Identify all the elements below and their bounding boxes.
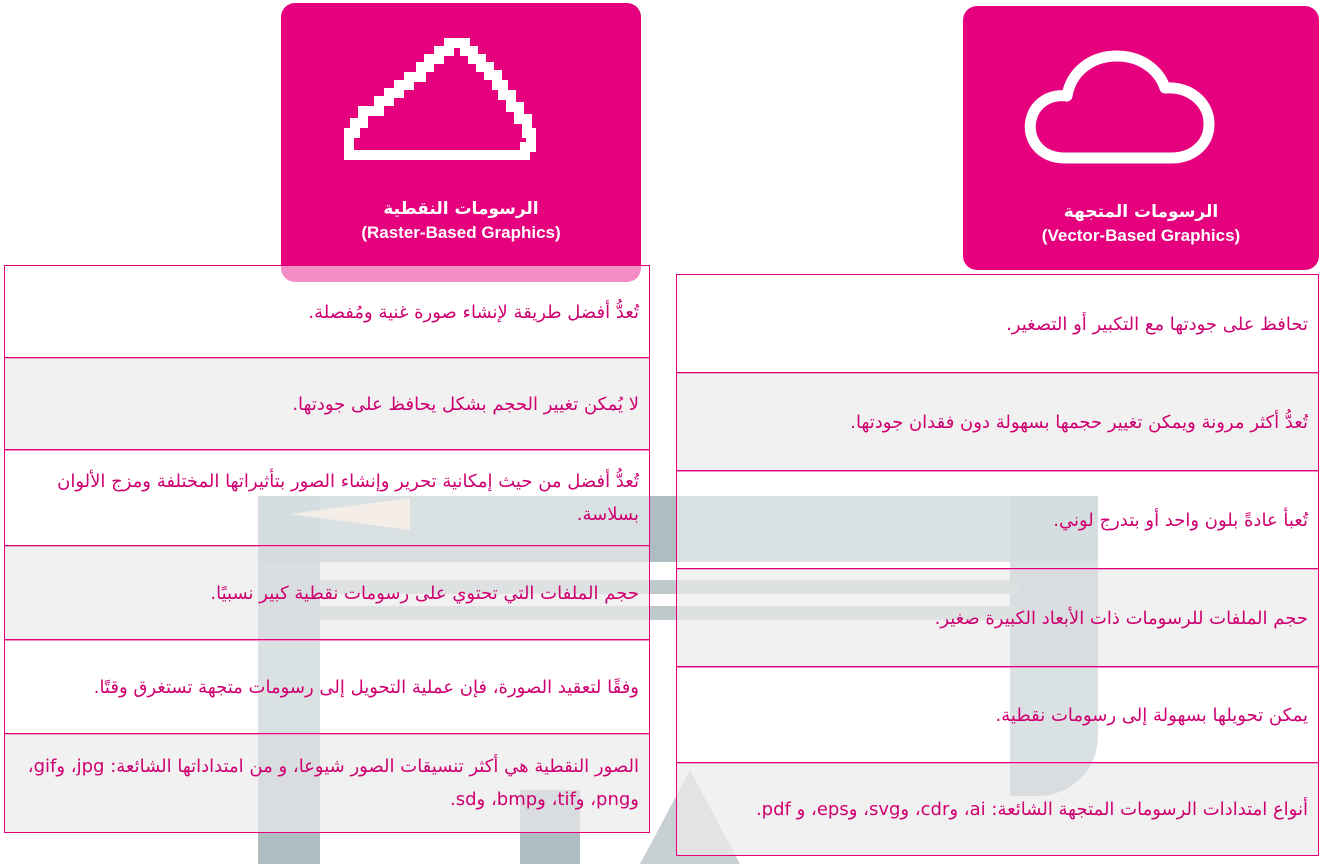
raster-title-ar: الرسومات النقطية [383, 199, 539, 219]
raster-row-6-text: الصور النقطية هي أكثر تنسيقات الصور شيوع… [27, 756, 639, 810]
raster-row-2-text: لا يُمكن تغيير الحجم بشكل يحافظ على جودت… [292, 393, 639, 415]
vector-row-6-text: أنواع امتدادات الرسومات المتجهة الشائعة:… [755, 798, 1308, 820]
vector-title-ar: الرسومات المتجهة [1063, 202, 1219, 222]
vector-row-5-text: يمكن تحويلها بسهولة إلى رسومات نقطية. [995, 704, 1308, 726]
cloud-pixelated-icon [344, 38, 536, 160]
vector-row-4: حجم الملفات للرسومات ذات الأبعاد الكبيرة… [676, 568, 1319, 668]
raster-title-en: (Raster-Based Graphics) [361, 223, 561, 242]
vector-title-en: (Vector-Based Graphics) [1041, 226, 1241, 245]
raster-row-1: تُعدُّ أفضل طريقة لإنشاء صورة غنية ومُفص… [4, 265, 650, 359]
vector-row-3: تُعبأ عادةً بلون واحد أو بتدرج لوني. [676, 470, 1319, 570]
raster-row-4-text: حجم الملفات التي تحتوي على رسومات نقطية … [210, 582, 639, 604]
raster-row-2: لا يُمكن تغيير الحجم بشكل يحافظ على جودت… [4, 357, 650, 451]
raster-row-6: الصور النقطية هي أكثر تنسيقات الصور شيوع… [4, 733, 650, 833]
cloud-smooth-icon [1024, 50, 1215, 164]
vector-row-3-text: تُعبأ عادةً بلون واحد أو بتدرج لوني. [1053, 509, 1308, 531]
vector-row-2-text: تُعدُّ أكثر مرونة ويمكن تغيير حجمها بسهو… [850, 411, 1308, 433]
raster-row-5-text: وفقًا لتعقيد الصورة، فإن عملية التحويل إ… [93, 676, 639, 698]
vector-row-6: أنواع امتدادات الرسومات المتجهة الشائعة:… [676, 762, 1319, 856]
raster-row-4: حجم الملفات التي تحتوي على رسومات نقطية … [4, 545, 650, 641]
raster-header-card: الرسومات النقطية (Raster-Based Graphics) [281, 3, 641, 282]
vector-row-1-text: تحافظ على جودتها مع التكبير أو التصغير. [1006, 313, 1308, 335]
vector-header-card: الرسومات المتجهة (Vector-Based Graphics) [963, 6, 1319, 270]
vector-row-4-text: حجم الملفات للرسومات ذات الأبعاد الكبيرة… [934, 607, 1308, 629]
raster-row-5: وفقًا لتعقيد الصورة، فإن عملية التحويل إ… [4, 639, 650, 735]
vector-row-1: تحافظ على جودتها مع التكبير أو التصغير. [676, 274, 1319, 374]
vector-row-5: يمكن تحويلها بسهولة إلى رسومات نقطية. [676, 666, 1319, 764]
raster-column: تُعدُّ أفضل طريقة لإنشاء صورة غنية ومُفص… [4, 265, 650, 861]
vector-column: تحافظ على جودتها مع التكبير أو التصغير. … [676, 274, 1319, 859]
raster-row-3-text: تُعدُّ أفضل من حيث إمكانية تحرير وإنشاء … [57, 471, 639, 525]
vector-row-2: تُعدُّ أكثر مرونة ويمكن تغيير حجمها بسهو… [676, 372, 1319, 472]
raster-row-3: تُعدُّ أفضل من حيث إمكانية تحرير وإنشاء … [4, 449, 650, 547]
raster-row-1-text: تُعدُّ أفضل طريقة لإنشاء صورة غنية ومُفص… [308, 301, 639, 323]
